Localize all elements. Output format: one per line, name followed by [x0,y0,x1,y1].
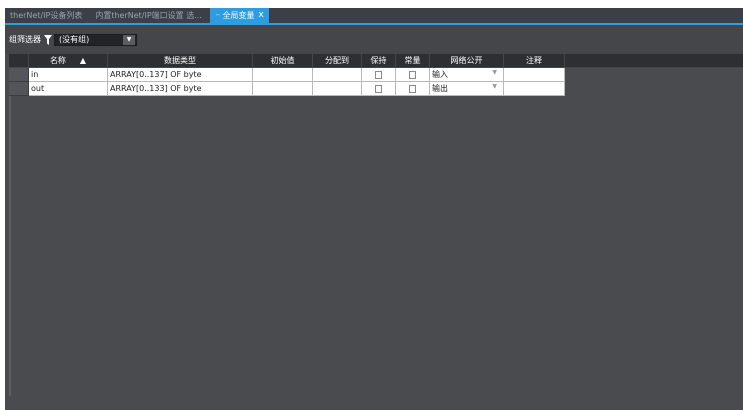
constant-cell [396,68,430,82]
row-filler [565,82,743,96]
column-header-filler [565,54,743,68]
row-filler [565,68,743,82]
variable-table: 名称 ▲ 数据类型 初始值 分配到 保持 常量 网络公开 注释 in ARRAY… [9,54,743,96]
group-filter-value: (没有组) [59,35,90,44]
variable-name-cell[interactable]: out [29,82,108,96]
filter-bar: 组筛选器 (没有组) ▼ [5,25,743,54]
group-filter-select[interactable]: (没有组) ▼ [54,33,137,46]
data-type-cell[interactable]: ARRAY[0..133] OF byte [108,82,253,96]
assign-to-cell[interactable] [313,82,362,96]
app-window: therNet/IP设备列表 内置therNet/IP端口设置 选... ─ 全… [0,0,743,410]
tab-ethernet-ip-port-settings[interactable]: 内置therNet/IP端口设置 选... [90,8,210,23]
network-publish-cell[interactable]: 输入 ▼ [430,68,504,82]
tab-label: 全局变量 [222,11,255,20]
column-header-constant[interactable]: 常量 [396,54,430,68]
tab-strip: therNet/IP设备列表 内置therNet/IP端口设置 选... ─ 全… [5,8,743,23]
assign-to-cell[interactable] [313,68,362,82]
retain-cell [362,68,396,82]
retain-checkbox[interactable] [375,70,382,79]
group-filter-label: 组筛选器 [9,35,41,44]
column-header-comment[interactable]: 注释 [504,54,565,68]
row-selector-header[interactable] [9,54,29,68]
chevron-down-icon[interactable]: ▼ [123,34,135,45]
variable-name-cell[interactable]: in [29,68,108,82]
network-publish-cell[interactable]: 输出 ▼ [430,82,504,96]
comment-cell[interactable] [504,82,565,96]
row-selector[interactable] [9,82,29,96]
sort-ascending-icon: ▲ [79,56,87,65]
initial-value-cell[interactable] [253,68,313,82]
tab-global-variables[interactable]: ─ 全局变量 x [209,8,269,23]
table-header: 名称 ▲ 数据类型 初始值 分配到 保持 常量 网络公开 注释 [9,54,743,68]
column-header-type[interactable]: 数据类型 [108,54,253,68]
filter-icon[interactable] [44,34,52,46]
chevron-down-icon[interactable]: ▼ [492,83,497,94]
close-icon[interactable]: x [258,11,263,20]
column-header-network-publish[interactable]: 网络公开 [430,54,504,68]
initial-value-cell[interactable] [253,82,313,96]
table-row[interactable]: out ARRAY[0..133] OF byte 输出 ▼ [9,82,743,96]
tab-label: therNet/IP设备列表 [10,11,83,20]
tab-ethernet-ip-device-list[interactable]: therNet/IP设备列表 [5,8,90,23]
constant-cell [396,82,430,96]
comment-cell[interactable] [504,68,565,82]
pin-icon: ─ [215,12,220,19]
constant-checkbox[interactable] [409,84,416,93]
data-type-cell[interactable]: ARRAY[0..137] OF byte [108,68,253,82]
column-header-assign-to[interactable]: 分配到 [313,54,362,68]
network-publish-value: 输入 [432,70,448,79]
table-row[interactable]: in ARRAY[0..137] OF byte 输入 ▼ [9,68,743,82]
tab-label: 内置therNet/IP端口设置 选... [95,11,202,20]
row-selector-strip [9,96,11,396]
column-header-name[interactable]: 名称 ▲ [29,54,108,68]
column-header-retain[interactable]: 保持 [362,54,396,68]
chevron-down-icon[interactable]: ▼ [492,69,497,80]
constant-checkbox[interactable] [409,70,416,79]
row-selector[interactable] [9,68,29,82]
retain-checkbox[interactable] [375,84,382,93]
network-publish-value: 输出 [432,84,448,93]
retain-cell [362,82,396,96]
column-header-initial-value[interactable]: 初始值 [253,54,313,68]
